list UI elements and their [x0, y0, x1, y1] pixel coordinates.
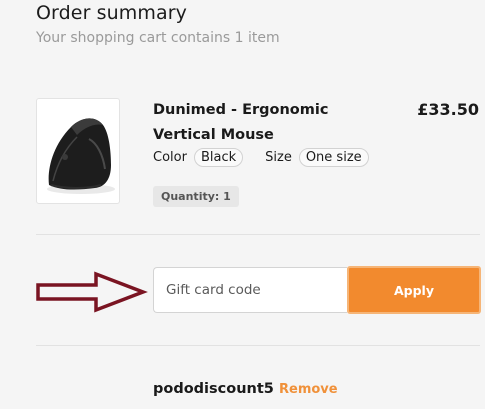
option-size-value: One size	[298, 148, 369, 167]
product-options: Color Black Size One size	[153, 148, 369, 167]
product-image[interactable]	[36, 98, 120, 204]
option-size-label: Size	[265, 150, 292, 165]
remove-discount-link[interactable]: Remove	[279, 382, 338, 397]
divider	[36, 345, 480, 346]
gift-card-form: Apply	[153, 266, 481, 314]
mouse-product-image	[47, 118, 115, 194]
annotation-arrow-icon	[36, 271, 148, 313]
quantity-badge: Quantity: 1	[153, 186, 239, 207]
cart-item-count: Your shopping cart contains 1 item	[36, 30, 280, 46]
product-name[interactable]: Dunimed - Ergonomic Vertical Mouse	[153, 98, 393, 148]
gift-card-input[interactable]	[153, 267, 347, 313]
discount-code: pododiscount5	[153, 381, 274, 397]
divider	[36, 234, 480, 235]
option-color-label: Color	[153, 150, 187, 165]
product-price: £33.50	[417, 100, 479, 119]
option-color-value: Black	[193, 148, 244, 167]
order-summary-title: Order summary	[36, 2, 187, 24]
apply-button[interactable]: Apply	[347, 266, 481, 314]
